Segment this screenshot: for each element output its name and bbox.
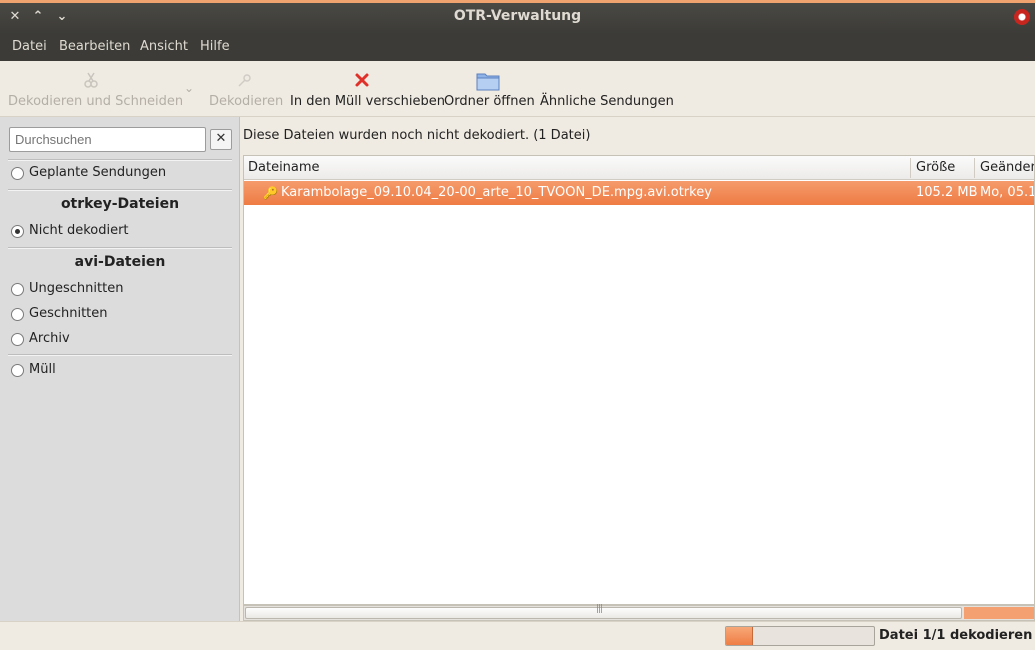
menu-bar: Datei Bearbeiten Ansicht Hilfe bbox=[0, 34, 1035, 61]
key-icon: 🔑 bbox=[263, 186, 278, 200]
scissors-icon bbox=[84, 72, 98, 88]
file-table: Dateiname Größe Geändert 🔑 Karambolage_0… bbox=[243, 155, 1035, 605]
close-icon: ✕ bbox=[215, 131, 227, 146]
scrollbar-track-end[interactable] bbox=[964, 607, 1034, 619]
decode-cut-button[interactable]: Dekodieren und Schneiden bbox=[8, 61, 184, 117]
chevron-down-icon[interactable]: ⌄ bbox=[184, 81, 194, 95]
move-to-trash-button[interactable]: In den Müll verschieben bbox=[290, 61, 445, 117]
progress-bar bbox=[725, 626, 875, 646]
app-icon bbox=[1014, 9, 1030, 25]
sidebar: ✕ Geplante Sendungen otrkey-Dateien Nich… bbox=[0, 117, 240, 621]
status-text: Datei 1/1 dekodieren bbox=[879, 628, 1033, 643]
column-divider[interactable] bbox=[910, 158, 911, 178]
avi-heading: avi-Dateien bbox=[74, 254, 166, 270]
window-title: OTR-Verwaltung bbox=[453, 8, 582, 24]
filter-trash-label: Müll bbox=[29, 362, 56, 377]
table-header: Dateiname Größe Geändert bbox=[244, 156, 1034, 180]
menu-ansicht[interactable]: Ansicht bbox=[140, 39, 188, 54]
divider bbox=[8, 354, 232, 356]
filter-archive-label: Archiv bbox=[29, 331, 70, 346]
column-modified[interactable]: Geändert bbox=[980, 160, 1034, 175]
folder-icon bbox=[476, 73, 499, 91]
main-panel: Diese Dateien wurden noch nicht dekodier… bbox=[241, 117, 1035, 621]
scrollbar-thumb[interactable] bbox=[245, 607, 962, 619]
divider bbox=[8, 159, 232, 161]
table-row[interactable]: 🔑 Karambolage_09.10.04_20-00_arte_10_TVO… bbox=[244, 181, 1034, 205]
radio-button[interactable] bbox=[11, 364, 24, 377]
radio-button[interactable] bbox=[11, 333, 24, 346]
divider bbox=[8, 247, 232, 249]
radio-button[interactable] bbox=[11, 308, 24, 321]
progress-fill bbox=[726, 627, 753, 645]
open-folder-button[interactable]: Ordner öffnen bbox=[444, 61, 535, 117]
title-bar: ✕ ⌃ ⌄ OTR-Verwaltung bbox=[0, 0, 1035, 34]
filter-cut-label: Geschnitten bbox=[29, 306, 108, 321]
filter-not-decoded-label: Nicht dekodiert bbox=[29, 223, 129, 238]
column-divider[interactable] bbox=[974, 158, 975, 178]
filter-uncut-label: Ungeschnitten bbox=[29, 281, 124, 296]
scrollbar-grip-icon: ||| bbox=[596, 604, 603, 614]
similar-shows-label: Ähnliche Sendungen bbox=[540, 94, 674, 109]
divider bbox=[8, 189, 232, 191]
radio-button[interactable] bbox=[11, 167, 24, 180]
red-x-icon bbox=[355, 73, 369, 87]
column-size[interactable]: Größe bbox=[916, 160, 955, 175]
info-text: Diese Dateien wurden noch nicht dekodier… bbox=[243, 128, 591, 143]
menu-bearbeiten[interactable]: Bearbeiten bbox=[59, 39, 130, 54]
menu-datei[interactable]: Datei bbox=[12, 39, 47, 54]
cell-modified: Mo, 05.10 bbox=[980, 185, 1034, 200]
horizontal-scrollbar[interactable]: ||| bbox=[243, 604, 1035, 621]
cell-filename: Karambolage_09.10.04_20-00_arte_10_TVOON… bbox=[281, 185, 712, 200]
menu-hilfe[interactable]: Hilfe bbox=[200, 39, 230, 54]
radio-button-selected[interactable] bbox=[11, 225, 24, 238]
cell-size: 105.2 MB bbox=[916, 185, 978, 200]
decode-cut-label: Dekodieren und Schneiden bbox=[8, 94, 184, 109]
clear-search-button[interactable]: ✕ bbox=[210, 129, 232, 150]
filter-planned-label: Geplante Sendungen bbox=[29, 165, 167, 180]
decode-label: Dekodieren bbox=[209, 94, 284, 109]
column-filename[interactable]: Dateiname bbox=[248, 160, 320, 175]
key-icon bbox=[238, 74, 251, 87]
search-input[interactable] bbox=[9, 127, 206, 152]
similar-shows-button[interactable]: Ähnliche Sendungen bbox=[540, 61, 674, 117]
status-bar: Datei 1/1 dekodieren bbox=[0, 621, 1035, 650]
move-to-trash-label: In den Müll verschieben bbox=[290, 94, 445, 109]
open-folder-label: Ordner öffnen bbox=[444, 94, 535, 109]
radio-button[interactable] bbox=[11, 283, 24, 296]
toolbar: Dekodieren und Schneiden ⌄ Dekodieren In… bbox=[0, 61, 1035, 117]
decode-button[interactable]: Dekodieren bbox=[209, 61, 284, 117]
otrkey-heading: otrkey-Dateien bbox=[60, 196, 180, 212]
